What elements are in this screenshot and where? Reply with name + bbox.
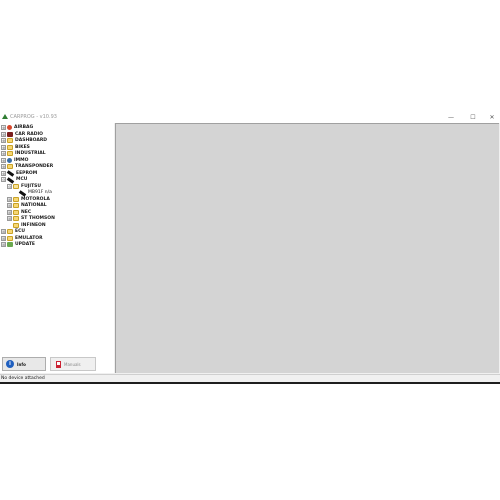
device-tree: ⊕ AIRBAG ⊕ CAR RADIO ⊕ DASHBOARD ⊕ BIKES ⊕ INDUST…	[0, 123, 114, 373]
expand-icon[interactable]: ⊕	[1, 164, 6, 169]
collapse-icon[interactable]: ⊖	[7, 183, 12, 189]
expand-icon[interactable]: ⊞	[7, 203, 12, 208]
open-folder-icon	[13, 183, 19, 189]
manuals-button[interactable]: Manuals	[50, 357, 96, 371]
expand-icon[interactable]: ⊞	[7, 216, 12, 221]
expand-icon[interactable]: ⊕	[1, 138, 6, 143]
status-bar: No device attached	[0, 374, 500, 382]
pdf-icon	[56, 360, 61, 368]
collapse-icon[interactable]: ⊖	[1, 177, 6, 182]
title-bar: CARPROG - v10.93 — ☐ ✕	[0, 112, 500, 123]
maximize-button[interactable]: ☐	[466, 112, 480, 123]
info-icon: i	[6, 360, 14, 368]
expand-icon[interactable]: ⊕	[1, 125, 6, 130]
folder-icon	[7, 151, 13, 156]
expand-icon[interactable]: ⊕	[1, 157, 6, 163]
folder-icon	[7, 164, 13, 169]
status-text: No device attached	[1, 376, 45, 381]
folder-icon	[13, 209, 19, 215]
immo-icon	[7, 157, 12, 163]
window-title: CARPROG - v10.93	[10, 114, 57, 120]
folder-icon	[13, 203, 19, 208]
tree-item[interactable]: ⊞ UPDATE	[1, 241, 35, 248]
expand-icon[interactable]: ⊞	[7, 196, 12, 202]
folder-icon	[13, 216, 19, 221]
folder-icon	[7, 144, 13, 150]
update-icon	[7, 242, 13, 247]
folder-icon	[7, 235, 13, 241]
folder-icon	[7, 229, 13, 234]
app-window: CARPROG - v10.93 — ☐ ✕ ⊕ AIRBAG ⊕ CAR RADIO…	[0, 112, 500, 384]
workspace-area	[115, 123, 499, 373]
expand-icon[interactable]: ⊕	[1, 170, 6, 176]
expand-icon[interactable]: ⊕	[1, 151, 6, 156]
minimize-button[interactable]: —	[444, 112, 458, 123]
expand-icon[interactable]: ⊕	[1, 131, 6, 137]
manuals-button-label: Manuals	[64, 361, 81, 367]
app-icon	[2, 114, 8, 119]
info-button-label: Info	[17, 361, 26, 367]
close-button[interactable]: ✕	[485, 112, 499, 123]
expand-icon[interactable]: ⊞	[1, 242, 6, 247]
folder-icon	[13, 196, 19, 202]
airbag-icon	[7, 125, 12, 130]
folder-icon	[7, 138, 13, 143]
tree-item-label: UPDATE	[15, 242, 35, 247]
folder-icon	[13, 222, 19, 228]
bottom-edge	[0, 382, 500, 384]
expand-icon[interactable]: ⊞	[7, 209, 12, 215]
info-button[interactable]: i Info	[2, 357, 46, 371]
expand-icon[interactable]: ⊞	[1, 235, 6, 241]
expand-icon[interactable]: ⊞	[1, 229, 6, 234]
expand-icon[interactable]: ⊕	[1, 144, 6, 150]
car-radio-icon	[7, 131, 13, 137]
